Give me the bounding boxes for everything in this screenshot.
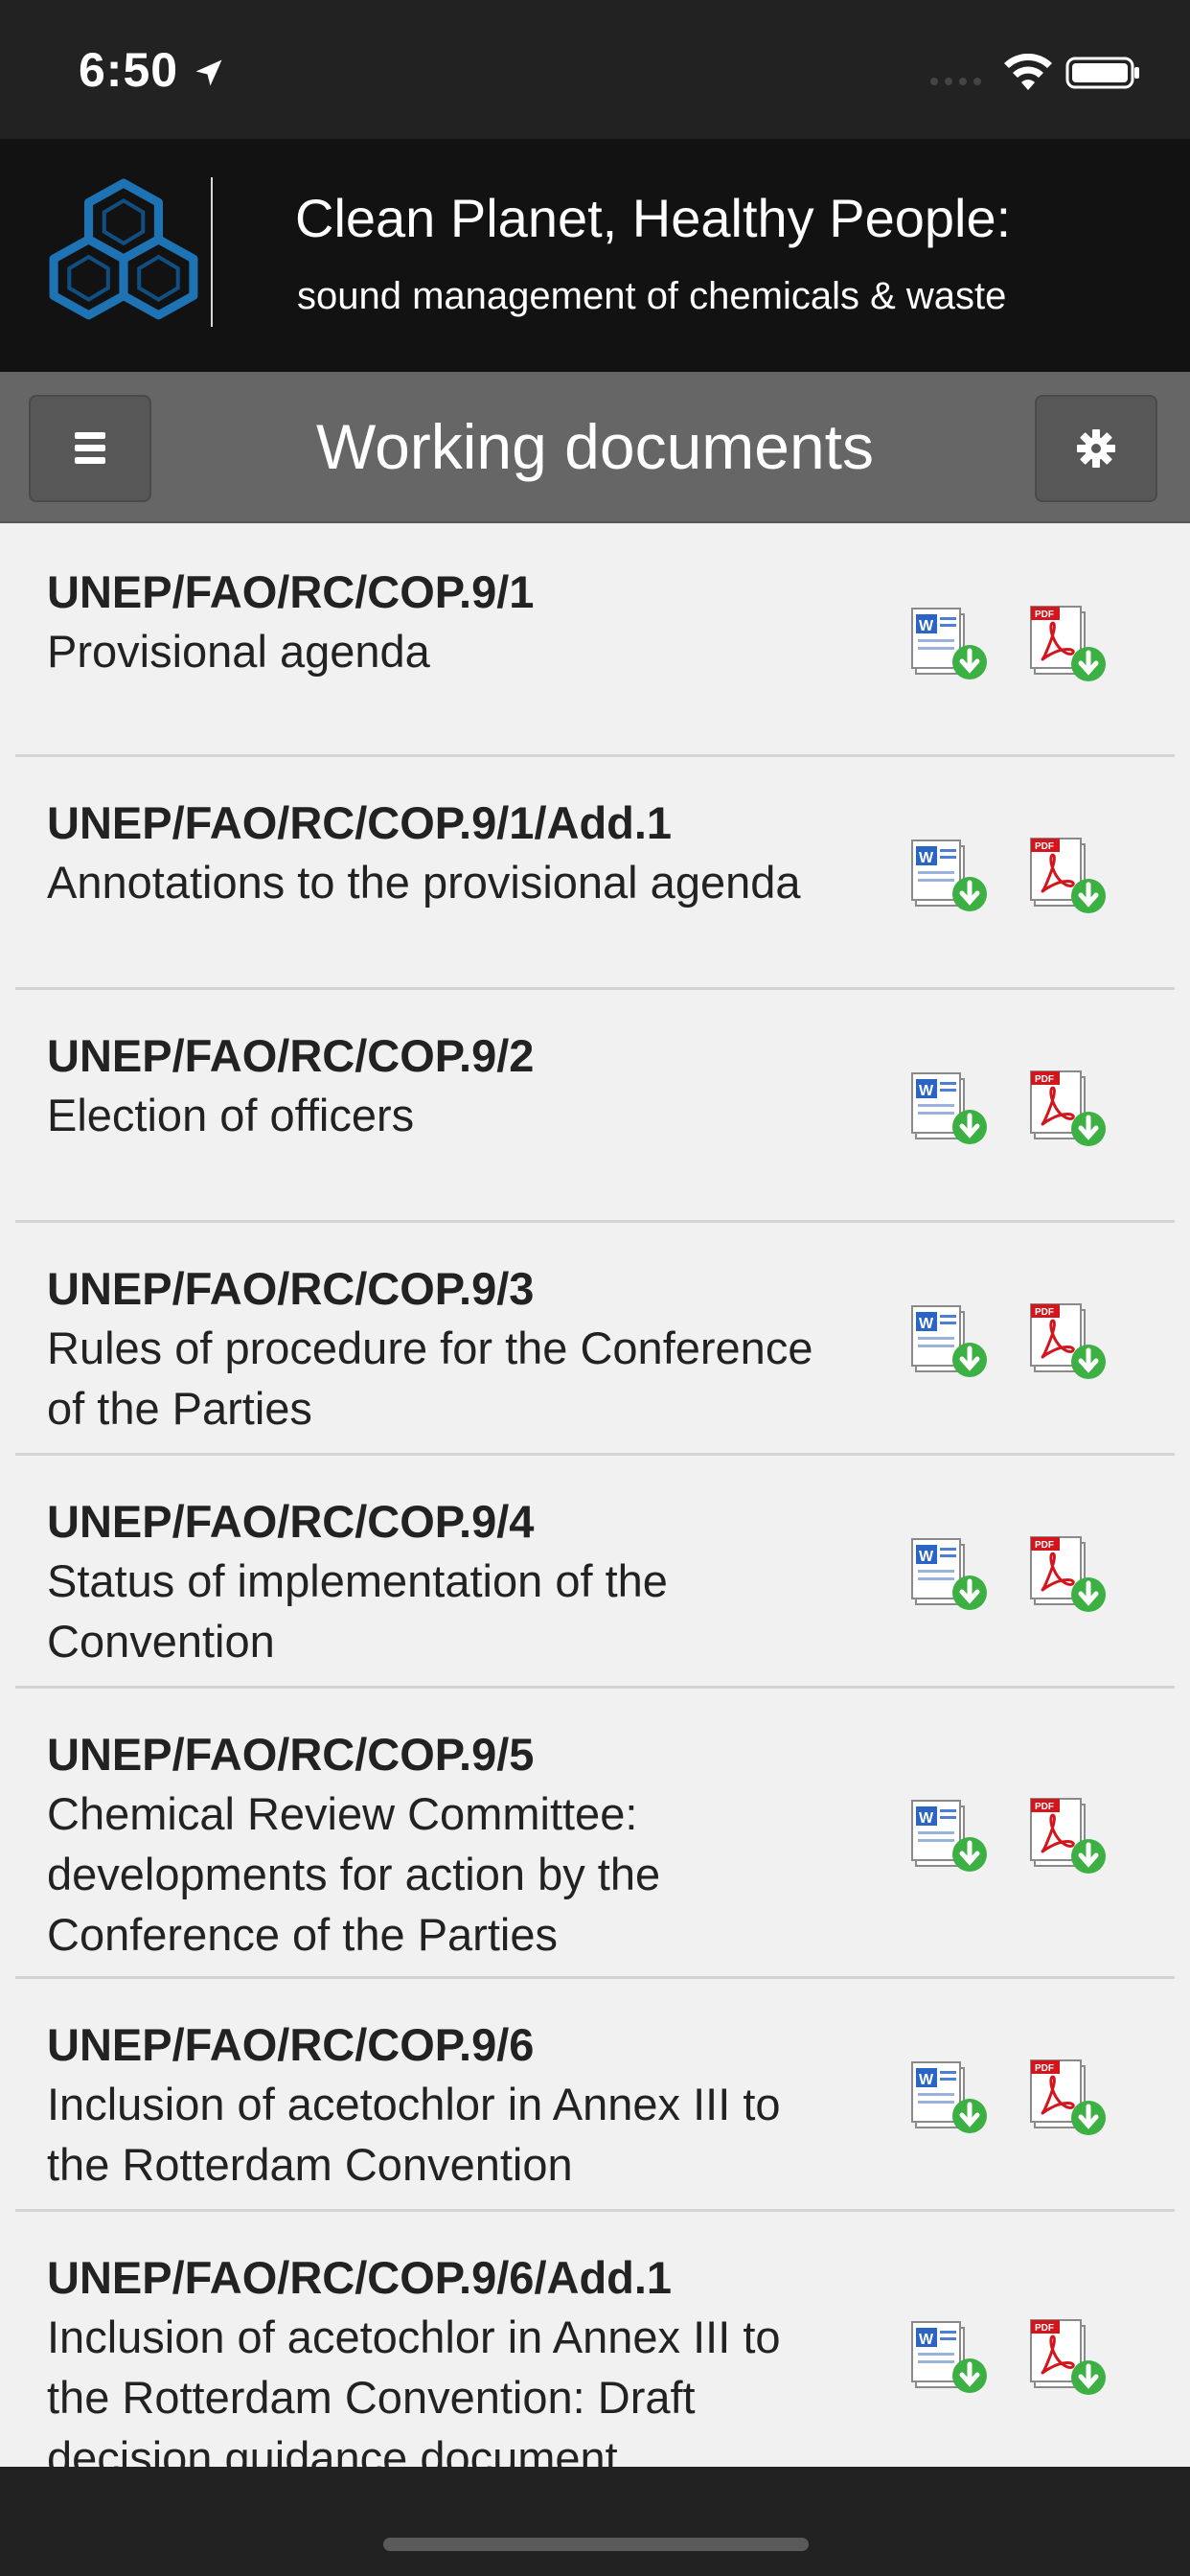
document-code: UNEP/FAO/RC/COP.9/5 <box>47 1729 535 1780</box>
svg-text:PDF: PDF <box>1035 610 1054 620</box>
svg-text:W: W <box>919 850 934 866</box>
word-download-icon[interactable]: W <box>910 1531 993 1618</box>
document-row[interactable]: UNEP/FAO/RC/COP.9/3 Rules of procedure fo… <box>0 1220 1190 1456</box>
document-title-line: Provisional agenda <box>47 626 430 677</box>
pdf-download-icon[interactable]: PDF <box>1027 2314 1110 2401</box>
document-title-line: Convention <box>47 1616 275 1667</box>
pdf-download-icon[interactable]: PDF <box>1027 601 1110 687</box>
location-arrow-icon <box>195 59 222 86</box>
word-download-icon[interactable]: W <box>910 833 993 919</box>
nav-bar: Working documents <box>0 372 1190 523</box>
pdf-download-icon[interactable]: PDF <box>1027 1299 1110 1385</box>
pdf-download-icon[interactable]: PDF <box>1027 1066 1110 1152</box>
document-row[interactable]: UNEP/FAO/RC/COP.9/1/Add.1 Annotations to … <box>0 754 1190 990</box>
document-title-line: the Rotterdam Convention: Draft <box>47 2372 696 2423</box>
document-code: UNEP/FAO/RC/COP.9/6/Add.1 <box>47 2252 673 2303</box>
svg-text:PDF: PDF <box>1035 2063 1054 2074</box>
svg-text:PDF: PDF <box>1035 1074 1054 1085</box>
home-area <box>0 2467 1190 2576</box>
pdf-download-icon[interactable]: PDF <box>1027 1793 1110 1879</box>
document-code: UNEP/FAO/RC/COP.9/2 <box>47 1030 535 1081</box>
pdf-download-icon[interactable]: PDF <box>1027 2055 1110 2141</box>
status-bar: 6:50 <box>0 0 1190 139</box>
document-row[interactable]: UNEP/FAO/RC/COP.9/6 Inclusion of acetochl… <box>0 1976 1190 2212</box>
svg-text:W: W <box>919 618 934 634</box>
svg-text:W: W <box>919 1549 934 1565</box>
document-title-line: Status of implementation of the <box>47 1555 668 1606</box>
svg-text:PDF: PDF <box>1035 1307 1054 1318</box>
word-download-icon[interactable]: W <box>910 1299 993 1385</box>
brand-title: Clean Planet, Healthy People: <box>295 188 1012 248</box>
svg-text:W: W <box>919 2072 934 2088</box>
svg-text:W: W <box>919 2332 934 2348</box>
document-text: UNEP/FAO/RC/COP.9/5 Chemical Review Commi… <box>47 1726 890 1965</box>
svg-text:W: W <box>919 1316 934 1332</box>
document-title-line: decision guidance document <box>47 2432 618 2467</box>
document-title-line: the Rotterdam Convention <box>47 2139 573 2190</box>
svg-text:PDF: PDF <box>1035 841 1054 852</box>
word-download-icon[interactable]: W <box>910 601 993 687</box>
brand-header: Clean Planet, Healthy People: sound mana… <box>0 139 1190 372</box>
word-download-icon[interactable]: W <box>910 2314 993 2401</box>
battery-icon <box>1065 57 1139 89</box>
document-title-line: Annotations to the provisional agenda <box>47 857 801 908</box>
document-code: UNEP/FAO/RC/COP.9/3 <box>47 1263 535 1314</box>
document-text: UNEP/FAO/RC/COP.9/1 Provisional agenda <box>47 564 890 681</box>
home-indicator[interactable] <box>383 2538 809 2551</box>
svg-text:W: W <box>919 1083 934 1099</box>
document-title-line: Inclusion of acetochlor in Annex III to <box>47 2079 781 2129</box>
wifi-icon <box>1004 54 1052 90</box>
word-download-icon[interactable]: W <box>910 1066 993 1152</box>
settings-button[interactable] <box>1035 395 1157 502</box>
brand-subtitle: sound management of chemicals & waste <box>297 275 1007 317</box>
status-time: 6:50 <box>79 43 179 97</box>
document-row[interactable]: UNEP/FAO/RC/COP.9/4 Status of implementat… <box>0 1453 1190 1689</box>
document-title-line: developments for action by the <box>47 1849 661 1899</box>
word-download-icon[interactable]: W <box>910 2055 993 2141</box>
document-title-line: Conference of the Parties <box>47 1909 558 1960</box>
pdf-download-icon[interactable]: PDF <box>1027 1531 1110 1618</box>
document-code: UNEP/FAO/RC/COP.9/1/Add.1 <box>47 797 673 848</box>
pdf-download-icon[interactable]: PDF <box>1027 833 1110 919</box>
document-row[interactable]: UNEP/FAO/RC/COP.9/1 Provisional agenda W … <box>0 523 1190 757</box>
document-code: UNEP/FAO/RC/COP.9/6 <box>47 2019 535 2070</box>
document-title-line: Chemical Review Committee: <box>47 1788 638 1839</box>
brbs-logo-icon <box>49 178 198 320</box>
document-row[interactable]: UNEP/FAO/RC/COP.9/2 Election of officers … <box>0 987 1190 1223</box>
document-code: UNEP/FAO/RC/COP.9/1 <box>47 566 535 617</box>
document-text: UNEP/FAO/RC/COP.9/1/Add.1 Annotations to … <box>47 794 890 912</box>
document-text: UNEP/FAO/RC/COP.9/3 Rules of procedure fo… <box>47 1260 890 1438</box>
brand-divider <box>211 177 213 327</box>
document-list[interactable]: UNEP/FAO/RC/COP.9/1 Provisional agenda W … <box>0 523 1190 2467</box>
document-title-line: Rules of procedure for the Conference <box>47 1322 813 1373</box>
document-text: UNEP/FAO/RC/COP.9/4 Status of implementat… <box>47 1493 890 1671</box>
document-title-line: Inclusion of acetochlor in Annex III to <box>47 2312 781 2362</box>
gear-icon <box>1077 429 1115 468</box>
document-code: UNEP/FAO/RC/COP.9/4 <box>47 1496 535 1547</box>
document-title-line: Election of officers <box>47 1090 415 1140</box>
svg-text:PDF: PDF <box>1035 1540 1054 1551</box>
document-text: UNEP/FAO/RC/COP.9/6/Add.1 Inclusion of ac… <box>47 2249 890 2467</box>
svg-text:W: W <box>919 1810 934 1827</box>
document-title-line: of the Parties <box>47 1383 312 1434</box>
signal-dots-icon <box>930 78 981 85</box>
page-title: Working documents <box>315 411 875 482</box>
svg-text:PDF: PDF <box>1035 2323 1054 2334</box>
svg-text:PDF: PDF <box>1035 1802 1054 1812</box>
word-download-icon[interactable]: W <box>910 1793 993 1879</box>
document-text: UNEP/FAO/RC/COP.9/6 Inclusion of acetochl… <box>47 2016 890 2195</box>
document-text: UNEP/FAO/RC/COP.9/2 Election of officers <box>47 1027 890 1145</box>
document-row[interactable]: UNEP/FAO/RC/COP.9/5 Chemical Review Commi… <box>0 1686 1190 1979</box>
document-row[interactable]: UNEP/FAO/RC/COP.9/6/Add.1 Inclusion of ac… <box>0 2209 1190 2467</box>
